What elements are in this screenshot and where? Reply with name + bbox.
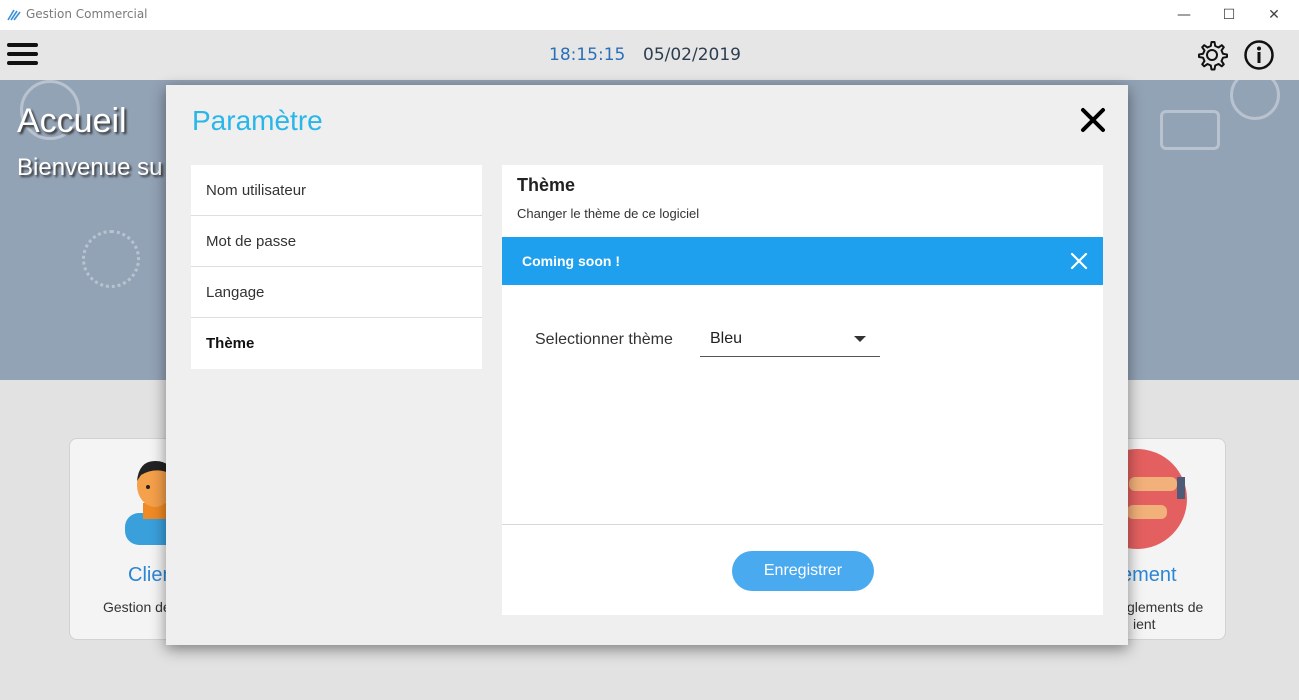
save-button[interactable]: Enregistrer xyxy=(732,551,874,591)
keyboard-icon xyxy=(1160,110,1220,150)
menu-item-language[interactable]: Langage xyxy=(191,267,482,318)
settings-dialog: Paramètre Nom utilisateur Mot de passe L… xyxy=(166,85,1128,645)
current-date: 05/02/2019 xyxy=(643,45,741,65)
app-logo-icon xyxy=(7,9,21,21)
page-title: Accueil xyxy=(17,102,127,140)
menu-item-theme[interactable]: Thème xyxy=(191,318,482,369)
client-card-description: Gestion de xyxy=(103,599,171,615)
dialog-title: Paramètre xyxy=(192,105,323,136)
theme-panel: Thème Changer le thème de ce logiciel Co… xyxy=(502,165,1103,615)
menu-item-password[interactable]: Mot de passe xyxy=(191,216,482,267)
clock-time: 18:15:15 xyxy=(549,45,626,65)
payment-card-title: ement xyxy=(1121,564,1177,586)
theme-select-dropdown[interactable]: Bleu xyxy=(700,325,880,357)
chevron-down-icon xyxy=(854,336,866,342)
handshake-payment-icon xyxy=(1119,449,1187,549)
menu-item-username[interactable]: Nom utilisateur xyxy=(191,165,482,216)
app-header: 18:15:15 05/02/2019 xyxy=(0,30,1299,80)
page-subtitle: Bienvenue su xyxy=(17,154,163,181)
gear-icon[interactable] xyxy=(1196,39,1228,71)
close-dialog-icon[interactable] xyxy=(1080,107,1106,133)
coming-soon-alert: Coming soon ! xyxy=(502,237,1103,285)
window-titlebar: Gestion Commercial — ☐ ✕ xyxy=(0,0,1299,30)
alert-message: Coming soon ! xyxy=(522,253,620,269)
hamburger-menu-icon[interactable] xyxy=(7,43,38,67)
payment-card-description-line1: glements de xyxy=(1127,599,1204,615)
minimize-button[interactable]: — xyxy=(1171,3,1197,27)
theme-select-label: Selectionner thème xyxy=(535,331,673,348)
payment-card-description-line2: ient xyxy=(1133,616,1156,632)
close-alert-icon[interactable] xyxy=(1070,252,1088,270)
close-window-button[interactable]: ✕ xyxy=(1261,3,1287,27)
panel-subtitle: Changer le thème de ce logiciel xyxy=(517,206,700,221)
info-icon[interactable] xyxy=(1243,39,1275,71)
panel-title: Thème xyxy=(517,175,576,195)
divider xyxy=(502,524,1103,525)
decorative-circle-icon xyxy=(1230,80,1280,120)
window-title: Gestion Commercial xyxy=(26,7,148,21)
settings-menu: Nom utilisateur Mot de passe Langage Thè… xyxy=(191,165,482,369)
theme-select-value: Bleu xyxy=(710,330,743,347)
maximize-button[interactable]: ☐ xyxy=(1216,3,1242,27)
snowflake-icon xyxy=(82,230,140,288)
